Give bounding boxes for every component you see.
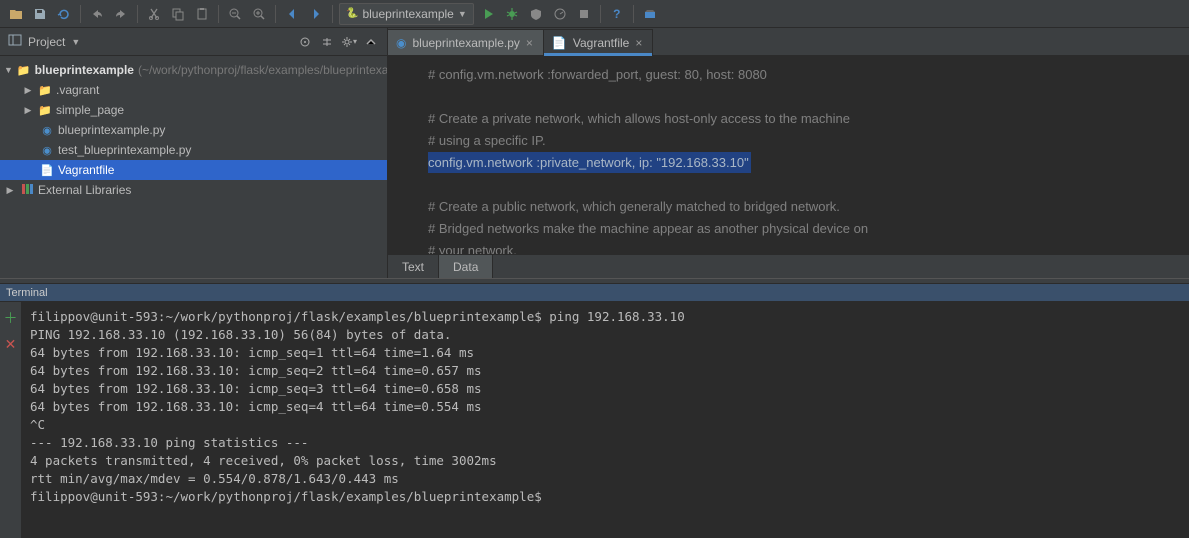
- tree-external-libs[interactable]: ▶ External Libraries: [0, 180, 387, 200]
- tree-label: External Libraries: [38, 183, 131, 197]
- project-tree[interactable]: ▼ 📁 blueprintexample (~/work/pythonproj/…: [0, 56, 387, 278]
- python-file-icon: ◉: [40, 144, 54, 157]
- editor-tabs: ◉ blueprintexample.py × 📄 Vagrantfile ×: [388, 28, 1189, 56]
- folder-icon: 📁: [17, 64, 31, 77]
- tree-folder-simple-page[interactable]: ▶ 📁 simple_page: [0, 100, 387, 120]
- tab-label: Vagrantfile: [573, 36, 629, 50]
- code-line: # Bridged networks make the machine appe…: [428, 221, 868, 236]
- close-icon[interactable]: ×: [635, 36, 642, 50]
- tree-label: blueprintexample.py: [58, 123, 165, 137]
- main-toolbar: 🐍 blueprintexample ▼ ?: [0, 0, 1189, 28]
- collapse-icon[interactable]: [319, 34, 335, 50]
- terminal-panel: Terminal ＋ ✕ filippov@unit-593:~/work/py…: [0, 284, 1189, 538]
- debug-icon[interactable]: [502, 4, 522, 24]
- tree-label: test_blueprintexample.py: [58, 143, 191, 157]
- open-icon[interactable]: [6, 4, 26, 24]
- hide-icon[interactable]: [363, 34, 379, 50]
- profile-icon[interactable]: [550, 4, 570, 24]
- tree-file-blueprint[interactable]: ◉ blueprintexample.py: [0, 120, 387, 140]
- editor-area: ◉ blueprintexample.py × 📄 Vagrantfile × …: [388, 28, 1189, 278]
- vagrant-icon[interactable]: [640, 4, 660, 24]
- zoom-out-icon[interactable]: [225, 4, 245, 24]
- terminal-title: Terminal: [0, 284, 1189, 302]
- code-line-highlighted: config.vm.network :private_network, ip: …: [428, 152, 751, 173]
- library-icon: [20, 184, 34, 197]
- code-line: # your network.: [428, 243, 517, 254]
- tab-vagrantfile[interactable]: 📄 Vagrantfile ×: [544, 29, 653, 55]
- coverage-icon[interactable]: [526, 4, 546, 24]
- terminal-side-toolbar: ＋ ✕: [0, 302, 22, 538]
- file-icon: 📄: [40, 164, 54, 177]
- project-label: Project: [28, 35, 65, 49]
- expand-arrow-icon[interactable]: ▼: [4, 65, 13, 75]
- back-icon[interactable]: [282, 4, 302, 24]
- close-icon[interactable]: ×: [526, 36, 533, 50]
- code-line: # config.vm.network :forwarded_port, gue…: [428, 67, 767, 82]
- tree-path: (~/work/pythonproj/flask/examples/bluepr…: [138, 63, 387, 77]
- expand-arrow-icon[interactable]: ▶: [22, 105, 34, 116]
- project-tool-header: Project ▼ ▾: [0, 28, 387, 56]
- tree-file-vagrantfile[interactable]: 📄 Vagrantfile: [0, 160, 387, 180]
- tree-label: simple_page: [56, 103, 124, 117]
- project-sidebar: Project ▼ ▾ ▼ 📁 blueprintexample (~/work…: [0, 28, 388, 278]
- code-editor[interactable]: # config.vm.network :forwarded_port, gue…: [388, 56, 1189, 254]
- zoom-in-icon[interactable]: [249, 4, 269, 24]
- subtab-data[interactable]: Data: [439, 255, 493, 278]
- chevron-down-icon[interactable]: ▼: [71, 37, 80, 47]
- subtab-text[interactable]: Text: [388, 255, 439, 278]
- folder-icon: 📁: [38, 84, 52, 97]
- python-file-icon: ◉: [40, 124, 54, 137]
- tree-folder-vagrant[interactable]: ▶ 📁 .vagrant: [0, 80, 387, 100]
- python-file-icon: ◉: [396, 36, 406, 50]
- tree-label: .vagrant: [56, 83, 99, 97]
- code-line: # Create a private network, which allows…: [428, 111, 850, 126]
- project-view-icon[interactable]: [8, 33, 22, 50]
- file-icon: 📄: [552, 36, 567, 50]
- tab-blueprintexample[interactable]: ◉ blueprintexample.py ×: [388, 29, 544, 55]
- target-icon[interactable]: [297, 34, 313, 50]
- package-icon: 📁: [38, 104, 52, 117]
- code-line: # using a specific IP.: [428, 133, 546, 148]
- close-session-icon[interactable]: ✕: [5, 336, 17, 353]
- cut-icon[interactable]: [144, 4, 164, 24]
- help-icon[interactable]: ?: [607, 4, 627, 24]
- refresh-icon[interactable]: [54, 4, 74, 24]
- new-session-icon[interactable]: ＋: [4, 308, 18, 328]
- tree-root[interactable]: ▼ 📁 blueprintexample (~/work/pythonproj/…: [0, 60, 387, 80]
- copy-icon[interactable]: [168, 4, 188, 24]
- settings-icon[interactable]: ▾: [341, 34, 357, 50]
- editor-subtabs: Text Data: [388, 254, 1189, 278]
- stop-icon[interactable]: [574, 4, 594, 24]
- python-icon: 🐍: [346, 8, 358, 19]
- undo-icon[interactable]: [87, 4, 107, 24]
- paste-icon[interactable]: [192, 4, 212, 24]
- code-line: # Create a public network, which general…: [428, 199, 840, 214]
- tree-file-test[interactable]: ◉ test_blueprintexample.py: [0, 140, 387, 160]
- run-config-label: blueprintexample: [362, 7, 453, 21]
- expand-arrow-icon[interactable]: ▶: [4, 185, 16, 196]
- expand-arrow-icon[interactable]: ▶: [22, 85, 34, 96]
- forward-icon[interactable]: [306, 4, 326, 24]
- tree-label: Vagrantfile: [58, 163, 114, 177]
- tree-label: blueprintexample: [35, 63, 134, 77]
- chevron-down-icon: ▼: [458, 9, 467, 19]
- redo-icon[interactable]: [111, 4, 131, 24]
- run-icon[interactable]: [478, 4, 498, 24]
- save-icon[interactable]: [30, 4, 50, 24]
- run-config-selector[interactable]: 🐍 blueprintexample ▼: [339, 3, 474, 25]
- terminal-output[interactable]: filippov@unit-593:~/work/pythonproj/flas…: [22, 302, 1189, 538]
- tab-label: blueprintexample.py: [412, 36, 519, 50]
